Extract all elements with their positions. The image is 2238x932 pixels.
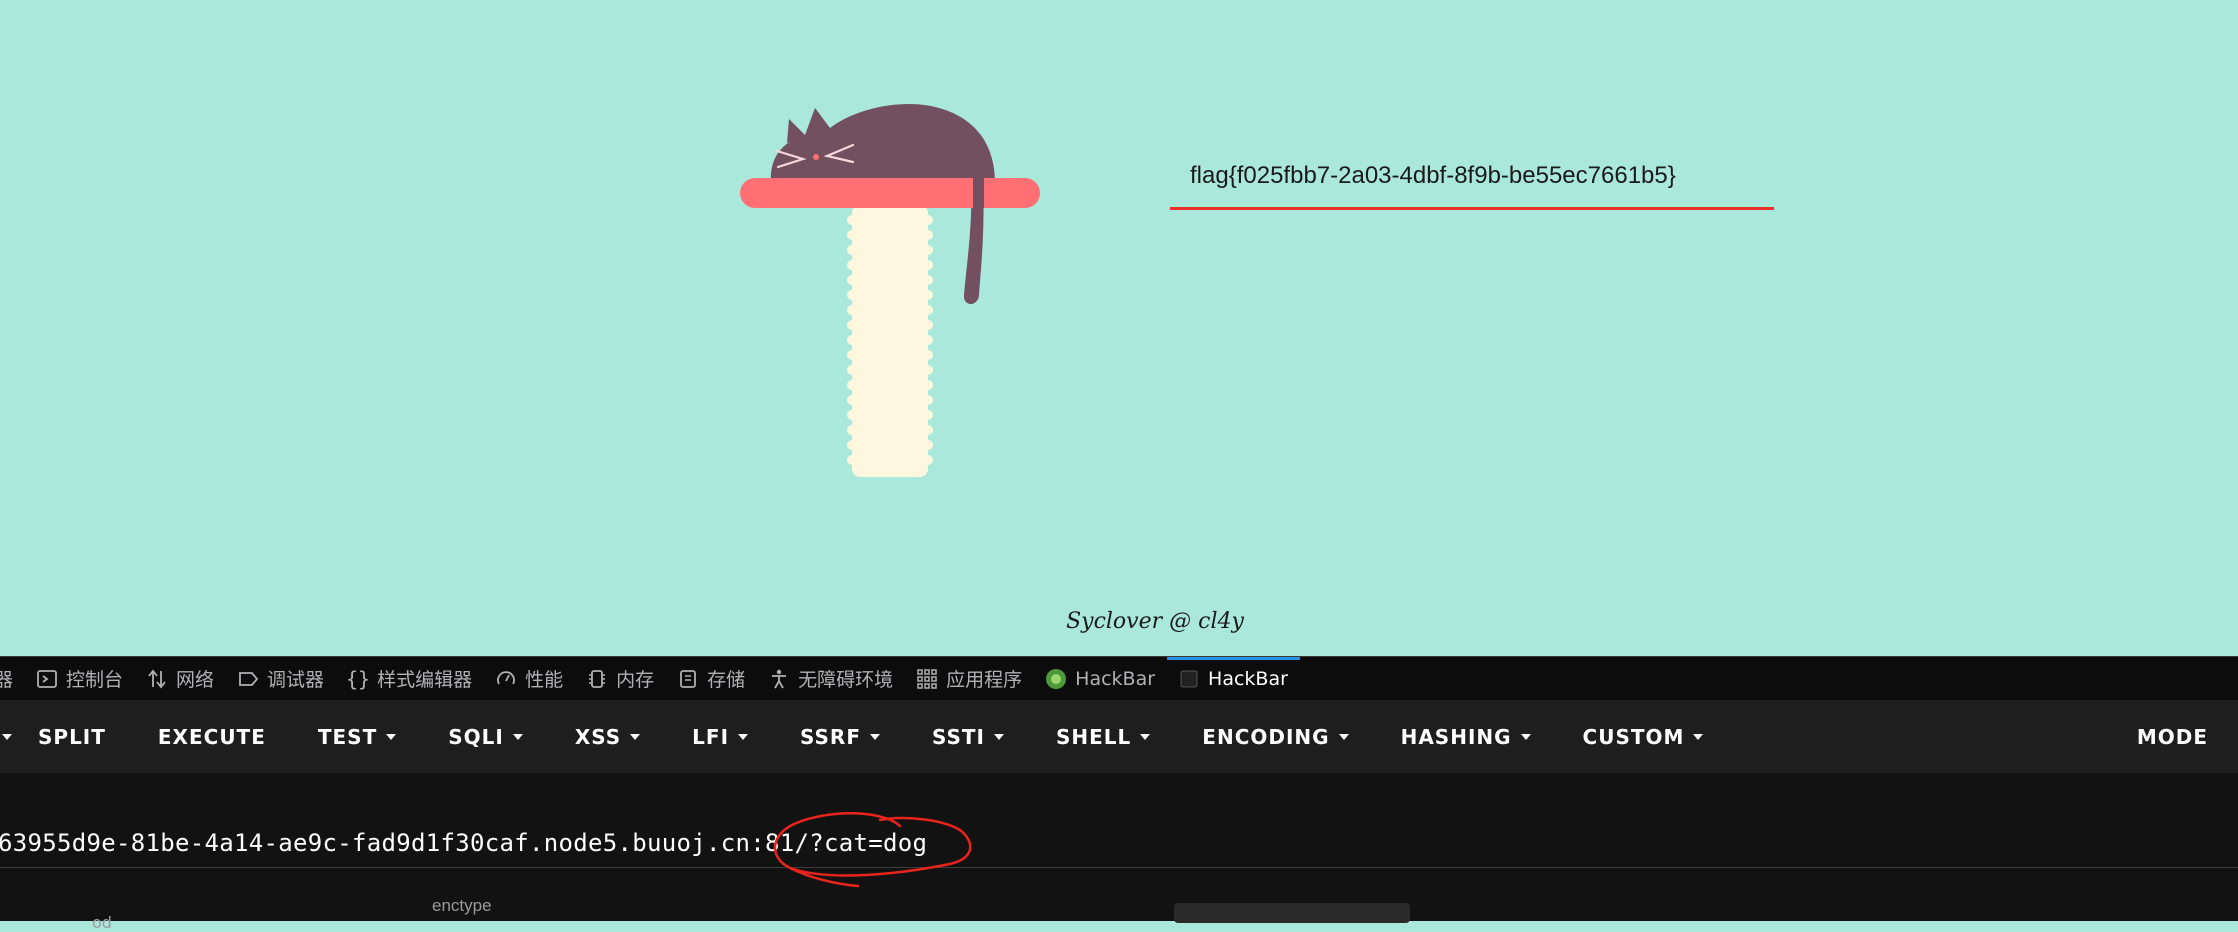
tab-console[interactable]: 控制台: [25, 657, 135, 701]
hashing-menu-button[interactable]: HASHING: [1375, 700, 1557, 773]
devtools-tab-bar: 器 控制台 网络 调试器 {} 样式编辑器 性能 内存 存储 无障碍环境 应用程…: [0, 656, 2238, 700]
accessibility-icon: [767, 667, 791, 691]
tab-label: HackBar: [1208, 667, 1288, 690]
tab-label: 器: [0, 669, 14, 691]
style-editor-icon: {}: [346, 666, 371, 691]
tab-hackbar[interactable]: HackBar: [1167, 656, 1300, 701]
tab-accessibility[interactable]: 无障碍环境: [757, 657, 905, 701]
web-page: flag{f025fbb7-2a03-4dbf-8f9b-be55ec7661b…: [0, 0, 2238, 656]
footer-credit: Syclover @ cl4y: [1066, 609, 1244, 634]
tab-performance[interactable]: 性能: [484, 657, 575, 701]
chevron-down-icon: [630, 733, 641, 740]
flag-display: flag{f025fbb7-2a03-4dbf-8f9b-be55ec7661b…: [1170, 150, 1774, 210]
network-icon: [145, 667, 169, 691]
sqli-menu-button[interactable]: SQLI: [422, 700, 549, 773]
tab-application[interactable]: 应用程序: [905, 657, 1034, 701]
tab-label: HackBar: [1075, 667, 1156, 690]
flag-underline: [1170, 207, 1774, 210]
scratching-post: [847, 205, 933, 477]
url-input[interactable]: 63955d9e-81be-4a14-ae9c-fad9d1f30caf.nod…: [0, 829, 927, 857]
body-option-label: od: [92, 913, 112, 932]
tab-label: 无障碍环境: [798, 669, 894, 691]
split-button[interactable]: SPLIT: [12, 700, 132, 773]
hackbar-icon: [1177, 667, 1201, 691]
tab-inspector[interactable]: 器: [0, 657, 25, 701]
chevron-down-icon: [2, 733, 12, 740]
debugger-icon: [236, 667, 260, 691]
chevron-down-icon: [512, 733, 523, 740]
tab-debugger[interactable]: 调试器: [226, 657, 336, 701]
mode-button[interactable]: MODE: [2111, 700, 2234, 773]
ssti-menu-button[interactable]: SSTI: [906, 700, 1030, 773]
chevron-down-icon: [1693, 733, 1704, 740]
tab-label: 应用程序: [946, 669, 1023, 691]
chevron-down-icon: [1140, 733, 1151, 740]
tab-label: 存储: [707, 669, 746, 691]
encoding-menu-button[interactable]: ENCODING: [1176, 700, 1374, 773]
chevron-down-icon: [386, 733, 397, 740]
ssrf-menu-button[interactable]: SSRF: [774, 700, 906, 773]
tab-style-editor[interactable]: {} 样式编辑器: [336, 657, 484, 701]
tab-memory[interactable]: 内存: [575, 657, 666, 701]
tab-label: 网络: [176, 669, 215, 691]
cat-nose: [813, 154, 819, 160]
chevron-down-icon: [1520, 733, 1531, 740]
execute-button[interactable]: EXECUTE: [132, 700, 292, 773]
lfi-menu-button[interactable]: LFI: [666, 700, 774, 773]
enctype-select[interactable]: [1174, 903, 1410, 923]
load-dropdown-button[interactable]: [0, 700, 12, 773]
tab-hackbar-legacy[interactable]: HackBar: [1034, 657, 1167, 701]
flag-text: flag{f025fbb7-2a03-4dbf-8f9b-be55ec7661b…: [1190, 162, 1676, 189]
shelf: [740, 178, 1040, 208]
hackbar-menu-bar: SPLIT EXECUTE TEST SQLI XSS LFI SSRF SST…: [0, 700, 2238, 773]
cat-on-post-illustration: [740, 103, 1040, 477]
tab-storage[interactable]: 存储: [666, 657, 757, 701]
test-menu-button[interactable]: TEST: [292, 700, 422, 773]
chevron-down-icon: [994, 733, 1004, 740]
chevron-down-icon: [870, 733, 880, 740]
enctype-label: enctype: [432, 896, 492, 915]
tab-label: 样式编辑器: [377, 669, 473, 691]
url-input-underline: [0, 867, 2238, 868]
tab-network[interactable]: 网络: [135, 657, 226, 701]
tab-label: 调试器: [267, 669, 325, 691]
shell-menu-button[interactable]: SHELL: [1030, 700, 1176, 773]
xss-menu-button[interactable]: XSS: [549, 700, 666, 773]
console-icon: [35, 667, 59, 691]
chevron-down-icon: [738, 733, 749, 740]
memory-icon: [585, 667, 609, 691]
hackbar-body: 63955d9e-81be-4a14-ae9c-fad9d1f30caf.nod…: [0, 773, 2238, 932]
custom-menu-button[interactable]: CUSTOM: [1557, 700, 1730, 773]
chevron-down-icon: [1338, 733, 1349, 740]
performance-icon: [494, 667, 518, 691]
tab-label: 性能: [525, 669, 564, 691]
tab-label: 内存: [616, 669, 655, 691]
application-icon: [915, 667, 939, 691]
tab-label: 控制台: [66, 669, 124, 691]
hackbar-green-icon: [1044, 667, 1068, 691]
storage-icon: [676, 667, 700, 691]
